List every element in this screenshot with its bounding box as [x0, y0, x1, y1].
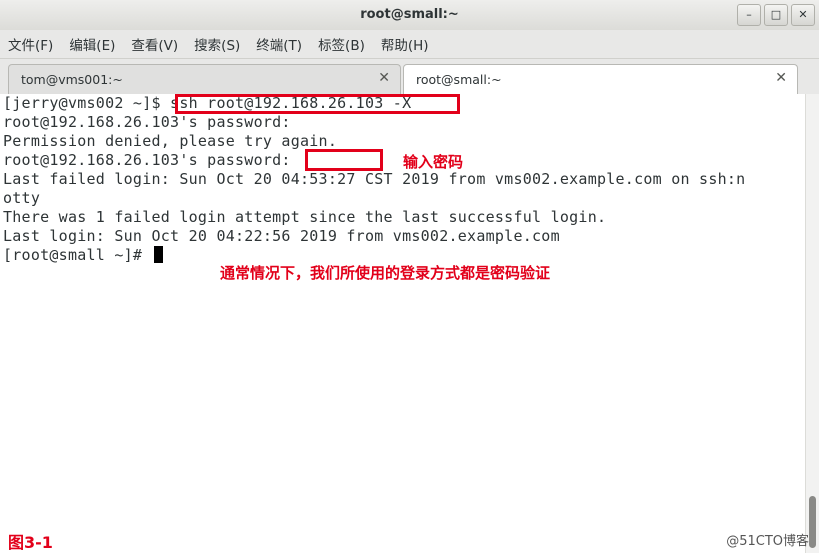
menu-view[interactable]: 查看(V) — [123, 34, 186, 54]
watermark: @51CTO博客 — [726, 534, 809, 549]
terminal-scrollbar[interactable] — [805, 94, 819, 553]
terminal-cursor — [153, 246, 163, 263]
menu-tabs[interactable]: 标签(B) — [310, 34, 373, 54]
command-highlight-box — [175, 94, 460, 114]
menu-file[interactable]: 文件(F) — [0, 34, 61, 54]
tab-label: tom@vms001:~ — [21, 72, 123, 87]
close-button[interactable]: ✕ — [791, 4, 815, 26]
password-annotation: 输入密码 — [403, 153, 464, 171]
terminal-line: root@192.168.26.103's password: — [3, 113, 291, 131]
tab-tom-vms001[interactable]: tom@vms001:~ ✕ — [8, 64, 401, 94]
terminal-line: otty — [3, 189, 41, 207]
terminal-line: Last failed login: Sun Oct 20 04:53:27 C… — [3, 170, 746, 188]
close-tab-icon[interactable]: ✕ — [378, 70, 390, 86]
menu-terminal[interactable]: 终端(T) — [248, 34, 310, 54]
scrollbar-thumb[interactable] — [809, 496, 816, 548]
tab-root-small[interactable]: root@small:~ ✕ — [403, 64, 798, 95]
close-tab-icon[interactable]: ✕ — [775, 70, 787, 86]
menu-search[interactable]: 搜索(S) — [186, 34, 248, 54]
tab-label: root@small:~ — [416, 72, 502, 87]
note-annotation: 通常情况下，我们所使用的登录方式都是密码验证 — [220, 264, 551, 282]
figure-label: 图3-1 — [8, 533, 53, 552]
terminal-line: Permission denied, please try again. — [3, 132, 338, 150]
tab-bar: tom@vms001:~ ✕ root@small:~ ✕ — [0, 59, 819, 95]
password-highlight-box — [305, 149, 383, 171]
terminal-line: root@192.168.26.103's password: — [3, 151, 291, 169]
terminal-line: Last login: Sun Oct 20 04:22:56 2019 fro… — [3, 227, 560, 245]
terminal-prompt-line: [root@small ~]# — [3, 246, 163, 265]
minimize-button[interactable]: – — [737, 4, 761, 26]
window-controls: – □ ✕ — [737, 4, 815, 26]
menu-bar: 文件(F) 编辑(E) 查看(V) 搜索(S) 终端(T) 标签(B) 帮助(H… — [0, 30, 819, 59]
window-titlebar: root@small:~ – □ ✕ — [0, 0, 819, 30]
terminal-prompt: [root@small ~]# — [3, 246, 152, 264]
menu-edit[interactable]: 编辑(E) — [61, 34, 123, 54]
window-title: root@small:~ — [360, 7, 459, 22]
terminal-line: There was 1 failed login attempt since t… — [3, 208, 607, 226]
menu-help[interactable]: 帮助(H) — [373, 34, 437, 54]
maximize-button[interactable]: □ — [764, 4, 788, 26]
